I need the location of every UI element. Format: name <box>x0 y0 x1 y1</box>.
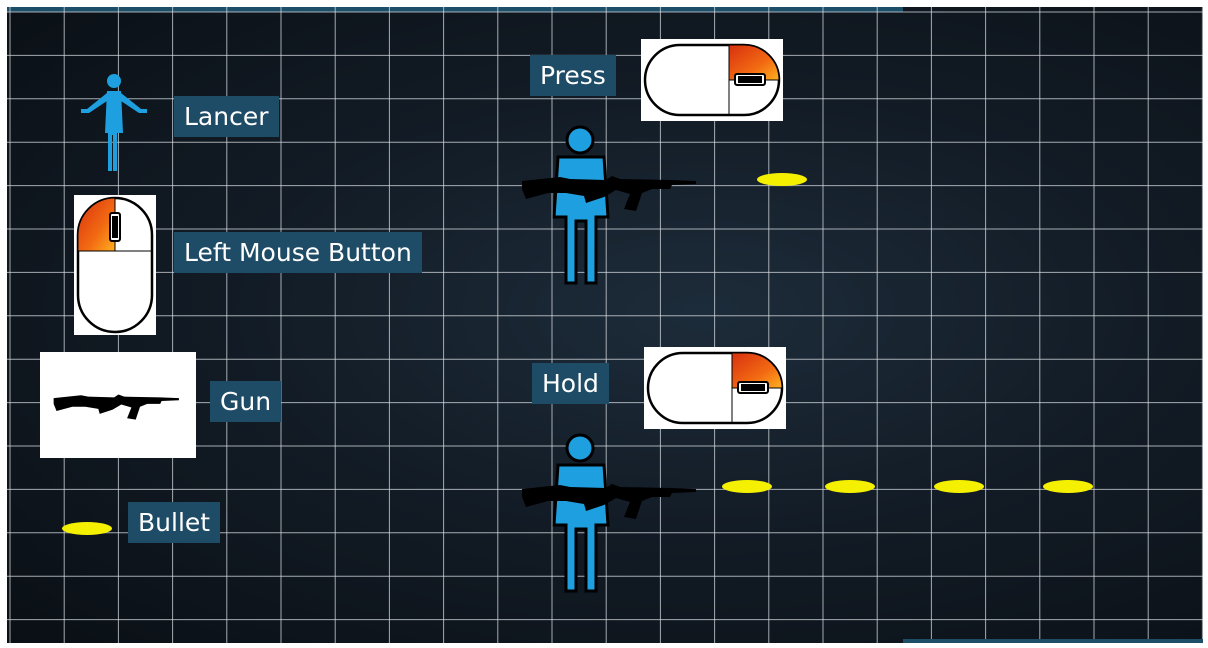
legend-label-lancer: Lancer <box>174 96 279 137</box>
bullet-icon <box>757 173 807 186</box>
mouse-icon <box>76 196 154 334</box>
press-lancer-with-rifle-icon <box>522 125 696 285</box>
legend-bullet-icon <box>62 522 112 535</box>
lancer-person-icon <box>81 74 147 171</box>
legend-label-left-mouse-button: Left Mouse Button <box>174 232 422 273</box>
bottom-accent-bar <box>903 639 1203 643</box>
press-label: Press <box>530 55 616 96</box>
press-mouse-card <box>641 39 783 121</box>
rifle-icon <box>53 394 179 420</box>
legend-mouse-card <box>74 195 156 335</box>
game-stage: Lancer Left Mouse Button Gun Bullet Pres… <box>7 7 1203 643</box>
bullet-icon <box>722 480 772 493</box>
hold-label: Hold <box>532 363 609 404</box>
bullet-icon <box>825 480 875 493</box>
mouse-icon-rotated <box>643 43 781 117</box>
legend-label-bullet: Bullet <box>128 502 221 543</box>
legend-label-gun: Gun <box>210 381 282 422</box>
legend-gun-card <box>40 352 196 458</box>
hold-lancer-with-rifle-icon <box>522 433 696 593</box>
hold-mouse-card <box>644 347 786 429</box>
mouse-icon-rotated <box>646 351 784 425</box>
bullet-icon <box>934 480 984 493</box>
bullet-icon <box>1043 480 1093 493</box>
